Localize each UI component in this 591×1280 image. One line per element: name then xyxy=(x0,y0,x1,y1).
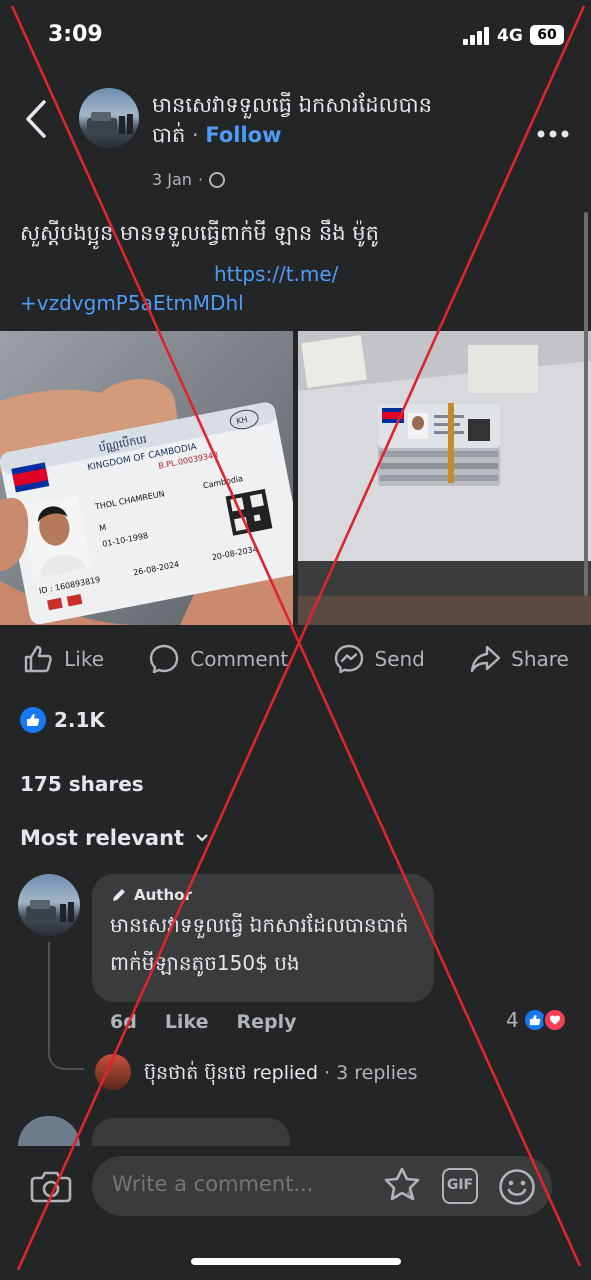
reply-action: replied xyxy=(246,1062,319,1084)
reaction-count: 2.1K xyxy=(54,708,105,732)
comment-meta: 6d Like Reply xyxy=(110,1011,296,1033)
pen-icon xyxy=(113,889,125,901)
scrollbar[interactable] xyxy=(584,212,588,596)
love-reaction-icon xyxy=(542,1008,567,1032)
signal-icon xyxy=(463,27,491,45)
post-text: សួស្តីបងប្អូន មានទទួលធ្វើពាក់មី ឡាន នឹង … xyxy=(20,221,379,245)
comment-reply-button[interactable]: Reply xyxy=(236,1011,296,1033)
camera-button[interactable] xyxy=(30,1166,72,1206)
send-button[interactable]: Send xyxy=(333,643,425,675)
next-comment-bubble[interactable] xyxy=(92,1118,290,1146)
post-meta: 3 Jan · xyxy=(152,170,226,189)
post-link[interactable]: https://t.me/ xyxy=(214,262,338,286)
author-badge-label: Author xyxy=(134,886,192,904)
share-arrow-icon xyxy=(470,645,501,673)
status-time: 3:09 xyxy=(48,22,103,47)
reply-count: · 3 replies xyxy=(318,1062,418,1084)
view-replies-link[interactable]: ប៊ុនថាត់ ប៊ុនថេ replied · 3 replies xyxy=(144,1061,418,1089)
comment-text: មានសេវាទទួលធ្វើ ឯកសារដែលបានបាត់ ពាក់មីឡា… xyxy=(110,906,416,982)
comment-bubble-icon xyxy=(150,644,179,674)
messenger-icon xyxy=(334,644,363,674)
sort-label: Most relevant xyxy=(20,826,185,850)
emoji-button[interactable] xyxy=(498,1168,536,1206)
comment-input[interactable] xyxy=(112,1172,332,1196)
post-date[interactable]: 3 Jan xyxy=(152,170,192,189)
comment-button[interactable]: Comment xyxy=(148,643,288,675)
back-button[interactable] xyxy=(22,98,52,140)
comment-reactions[interactable]: 4 xyxy=(506,1008,567,1032)
network-type: 4G xyxy=(497,26,523,46)
more-dots-icon xyxy=(537,130,569,138)
meta-dot: · xyxy=(197,170,204,189)
page-name-block: មានសេវាទទួលធ្វើ ឯកសារដែលបាន បាត់ · Follo… xyxy=(152,90,492,150)
commenter-avatar[interactable] xyxy=(18,874,80,936)
chevron-left-icon xyxy=(26,100,46,138)
home-indicator[interactable] xyxy=(191,1258,401,1265)
comment-line1: មានសេវាទទួលធ្វើ ឯកសារដែលបានបាត់ xyxy=(110,913,409,937)
separator: · xyxy=(185,123,206,147)
author-badge: Author xyxy=(110,886,416,904)
battery-level: 60 xyxy=(530,25,564,45)
comment-bubble[interactable]: Author មានសេវាទទួលធ្វើ ឯកសារដែលបានបាត់ ព… xyxy=(92,874,434,1002)
comment-like-button[interactable]: Like xyxy=(165,1011,209,1033)
sticker-button[interactable] xyxy=(382,1165,424,1207)
reply-author-avatar[interactable] xyxy=(95,1054,131,1090)
globe-icon xyxy=(209,171,226,188)
send-label: Send xyxy=(374,647,425,671)
page-name-cont[interactable]: បាត់ xyxy=(152,123,185,147)
next-commenter-avatar[interactable] xyxy=(18,1116,80,1146)
thumbs-up-icon xyxy=(24,645,52,673)
sticker-icon xyxy=(384,1167,420,1201)
reaction-summary[interactable]: 2.1K xyxy=(20,707,105,733)
smiley-icon xyxy=(499,1169,535,1205)
photo-card-stack[interactable] xyxy=(298,331,591,625)
comment-reaction-count: 4 xyxy=(506,1008,519,1032)
comment-label: Comment xyxy=(190,647,289,671)
share-count[interactable]: 175 shares xyxy=(20,772,144,796)
share-button[interactable]: Share xyxy=(469,643,569,675)
comment-sort-dropdown[interactable]: Most relevant xyxy=(20,826,208,850)
like-label: Like xyxy=(64,647,104,671)
reply-author-name: ប៊ុនថាត់ ប៊ុនថេ xyxy=(144,1062,247,1084)
more-options-button[interactable] xyxy=(536,116,570,146)
gif-button[interactable]: GIF xyxy=(442,1168,478,1204)
post-link-cont[interactable]: +vzdvgmP5aEtmMDhl xyxy=(20,291,244,315)
share-label: Share xyxy=(511,647,569,671)
comment-line2: ពាក់មីឡានតូច150$ បង xyxy=(110,951,300,975)
chevron-down-icon xyxy=(196,834,208,842)
reply-thread-line xyxy=(48,942,84,1070)
post-actions: Like Comment Send Share xyxy=(0,638,591,680)
follow-button[interactable]: Follow xyxy=(205,123,281,147)
page-avatar[interactable] xyxy=(79,88,139,148)
like-button[interactable]: Like xyxy=(22,643,104,675)
page-name[interactable]: មានសេវាទទួលធ្វើ ឯកសារដែលបាន xyxy=(152,93,432,117)
camera-icon xyxy=(30,1171,72,1203)
like-reaction-icon xyxy=(20,707,46,733)
comment-time[interactable]: 6d xyxy=(110,1011,137,1033)
photo-license-card[interactable]: ប័ណ្ណបើកបរ KINGDOM OF CAMBODIA KH B.PL.0… xyxy=(0,331,293,625)
